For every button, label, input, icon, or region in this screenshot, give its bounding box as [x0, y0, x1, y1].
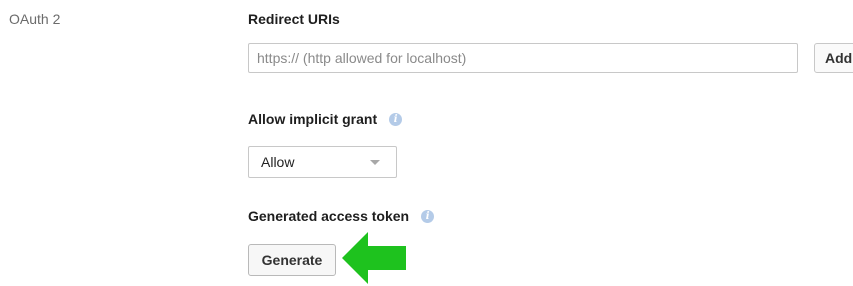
access-token-title-text: Generated access token: [248, 208, 410, 224]
implicit-grant-title: Allow implicit grant i: [248, 110, 403, 128]
info-icon[interactable]: i: [389, 112, 403, 126]
info-icon[interactable]: i: [421, 209, 435, 223]
generate-token-button[interactable]: Generate: [248, 244, 336, 276]
access-token-title: Generated access token i: [248, 207, 435, 225]
section-label-oauth2: OAuth 2: [9, 11, 61, 27]
implicit-grant-select[interactable]: Allow: [248, 146, 397, 178]
redirect-uris-title: Redirect URIs: [248, 10, 340, 28]
redirect-uri-input[interactable]: [248, 43, 798, 73]
arrow-shape: [342, 232, 406, 284]
green-arrow-left-icon: [342, 232, 406, 284]
implicit-grant-title-text: Allow implicit grant: [248, 111, 378, 127]
chevron-down-icon: [370, 160, 380, 165]
add-redirect-uri-button[interactable]: Add: [814, 43, 853, 73]
implicit-grant-selected-value: Allow: [261, 154, 295, 170]
redirect-uris-title-text: Redirect URIs: [248, 11, 340, 27]
